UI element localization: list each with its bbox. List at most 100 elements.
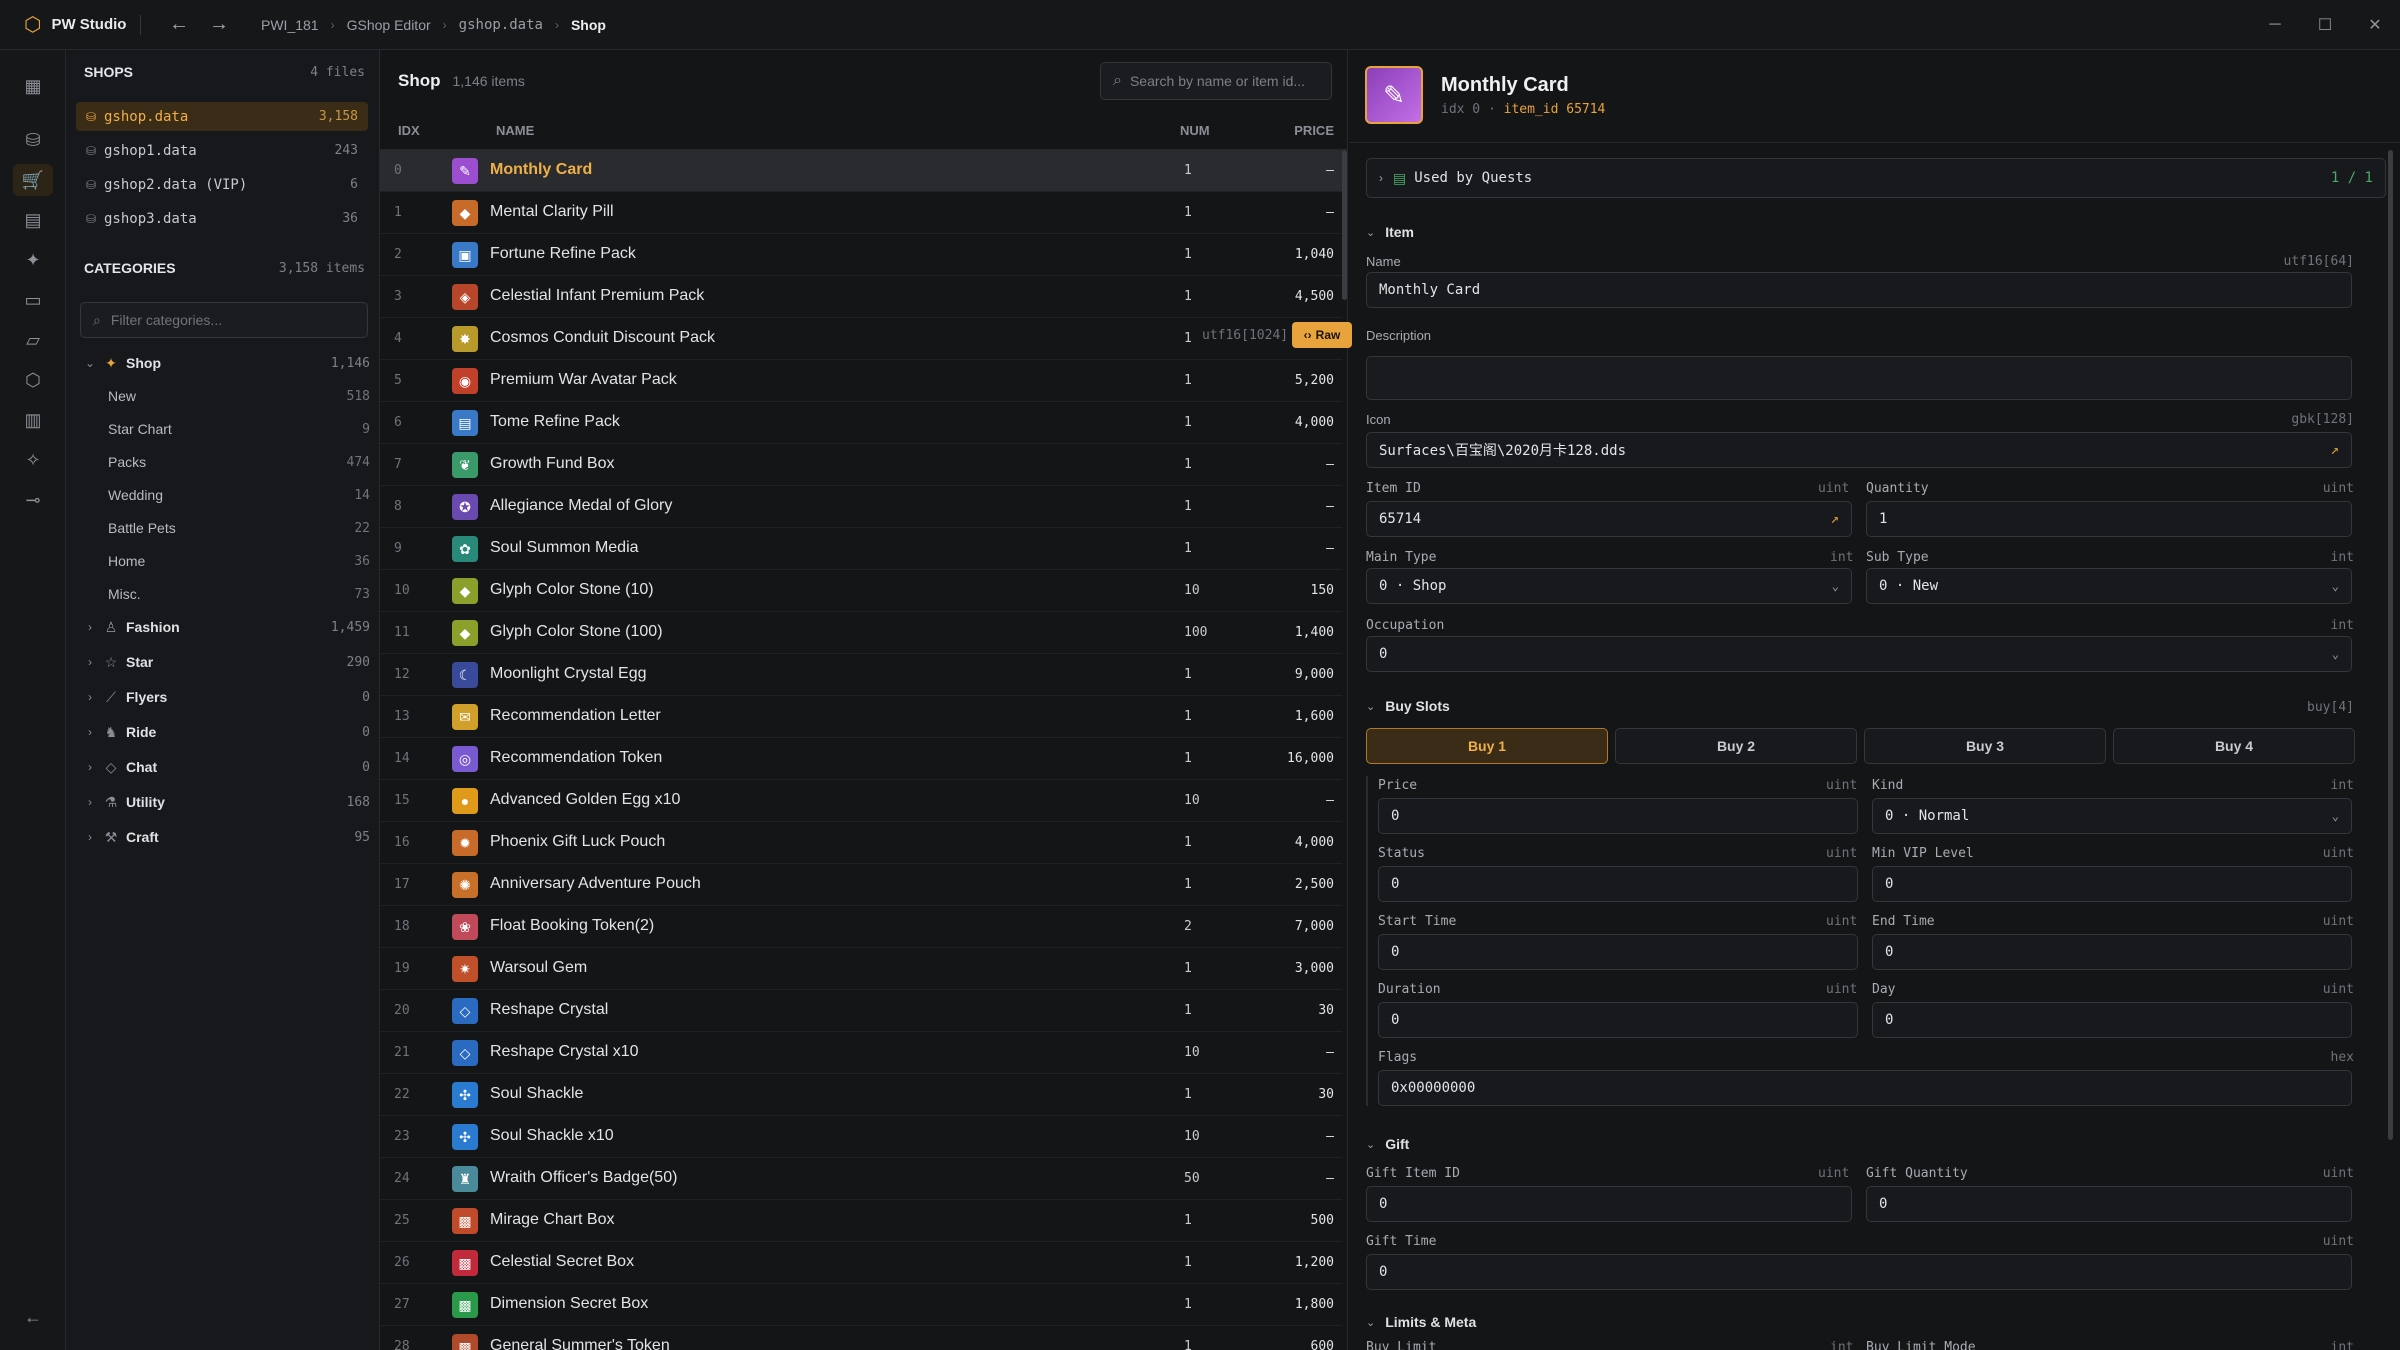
subcategory-item[interactable]: Misc. 73 [108,579,370,609]
table-row[interactable]: 11 ◆ Glyph Color Stone (100) 100 1,400 [380,612,1342,654]
column-header-idx[interactable]: IDX [398,123,420,138]
category-filter-input[interactable] [110,312,331,328]
table-row[interactable]: 0 ✎ Monthly Card 1 – [380,150,1342,192]
commit-icon[interactable]: ⊸ [13,484,53,516]
table-row[interactable]: 22 ✣ Soul Shackle 1 30 [380,1074,1342,1116]
duration-field[interactable]: 0 [1378,1002,1858,1038]
day-field[interactable]: 0 [1872,1002,2352,1038]
shop-cart-icon[interactable]: 🛒 [13,164,53,196]
table-row[interactable]: 10 ◆ Glyph Color Stone (10) 10 150 [380,570,1342,612]
table-row[interactable]: 9 ✿ Soul Summon Media 1 – [380,528,1342,570]
file-item-gshop2[interactable]: ⛁ gshop2.data (VIP) 6 [76,170,368,199]
cube-icon[interactable]: ⬡ [13,364,53,396]
min-vip-field[interactable]: 0 [1872,866,2352,902]
table-row[interactable]: 8 ✪ Allegiance Medal of Glory 1 – [380,486,1342,528]
subcategory-item[interactable]: New 518 [108,381,370,411]
chevron-right-icon[interactable]: › [80,655,100,669]
wand-icon[interactable]: ✦ [13,244,53,276]
table-row[interactable]: 13 ✉ Recommendation Letter 1 1,600 [380,696,1342,738]
chevron-right-icon[interactable]: › [80,690,100,704]
subcategory-item[interactable]: Star Chart 9 [108,414,370,444]
chevron-right-icon[interactable]: › [80,725,100,739]
main-type-select[interactable]: 0 · Shop ⌄ [1366,568,1852,604]
table-row[interactable]: 17 ✺ Anniversary Adventure Pouch 1 2,500 [380,864,1342,906]
folder-icon[interactable]: ▱ [13,324,53,356]
external-link-icon[interactable]: ↗ [1831,511,1839,527]
name-field[interactable]: Monthly Card [1366,272,2352,308]
table-row[interactable]: 5 ◉ Premium War Avatar Pack 1 5,200 [380,360,1342,402]
dashboard-icon[interactable]: ▦ [13,70,53,102]
file-item-gshop3[interactable]: ⛁ gshop3.data 36 [76,204,368,233]
forward-arrow-icon[interactable]: → [199,13,239,36]
table-row[interactable]: 27 ▩ Dimension Secret Box 1 1,800 [380,1284,1342,1326]
section-gift[interactable]: ⌄ Gift [1366,1136,1409,1152]
category-flyers[interactable]: › ⟋ Flyers 0 [80,682,370,712]
gift-time-field[interactable]: 0 [1366,1254,2352,1290]
description-field[interactable] [1366,356,2352,400]
start-time-field[interactable]: 0 [1378,934,1858,970]
chevron-right-icon[interactable]: › [80,760,100,774]
section-limits-meta[interactable]: ⌄ Limits & Meta [1366,1314,1476,1330]
chevron-right-icon[interactable]: › [80,620,100,634]
table-row[interactable]: 12 ☾ Moonlight Crystal Egg 1 9,000 [380,654,1342,696]
table-row[interactable]: 26 ▩ Celestial Secret Box 1 1,200 [380,1242,1342,1284]
item-id-field[interactable]: 65714 ↗ [1366,501,1852,537]
end-time-field[interactable]: 0 [1872,934,2352,970]
tab-buy-1[interactable]: Buy 1 [1366,728,1608,764]
sparkle-icon[interactable]: ✧ [13,444,53,476]
raw-button[interactable]: ‹› Raw [1292,322,1352,348]
column-header-name[interactable]: NAME [496,123,534,138]
database-icon[interactable]: ⛁ [13,124,53,156]
table-row[interactable]: 18 ❀ Float Booking Token(2) 2 7,000 [380,906,1342,948]
category-craft[interactable]: › ⚒ Craft 95 [80,822,370,852]
breadcrumb-item[interactable]: PWI_181 [261,17,319,33]
table-row[interactable]: 20 ◇ Reshape Crystal 1 30 [380,990,1342,1032]
close-icon[interactable]: ✕ [2350,0,2400,50]
subcategory-item[interactable]: Battle Pets 22 [108,513,370,543]
column-header-price[interactable]: PRICE [1294,123,1334,138]
detail-scrollbar[interactable] [2388,150,2393,1140]
category-shop[interactable]: ⌄ ✦ Shop 1,146 [80,348,370,378]
window-icon[interactable]: ▭ [13,284,53,316]
file-item-gshop[interactable]: ⛁ gshop.data 3,158 [76,102,368,131]
table-row[interactable]: 3 ◈ Celestial Infant Premium Pack 1 4,500 [380,276,1342,318]
icon-path-field[interactable]: Surfaces\百宝阁\2020月卡128.dds ↗ [1366,432,2352,468]
price-field[interactable]: 0 [1378,798,1858,834]
sub-type-select[interactable]: 0 · New ⌄ [1866,568,2352,604]
chevron-down-icon[interactable]: ⌄ [80,356,100,370]
back-arrow-icon[interactable]: ← [159,13,199,36]
tab-buy-3[interactable]: Buy 3 [1864,728,2106,764]
table-row[interactable]: 28 ▩ General Summer's Token 1 600 [380,1326,1342,1350]
flags-field[interactable]: 0x00000000 [1378,1070,2352,1106]
gift-item-id-field[interactable]: 0 [1366,1186,1852,1222]
kind-select[interactable]: 0 · Normal ⌄ [1872,798,2352,834]
subcategory-item[interactable]: Wedding 14 [108,480,370,510]
tab-buy-2[interactable]: Buy 2 [1615,728,1857,764]
subcategory-item[interactable]: Packs 474 [108,447,370,477]
breadcrumb-item[interactable]: gshop.data [459,17,543,33]
category-utility[interactable]: › ⚗ Utility 168 [80,787,370,817]
collapse-arrow-icon[interactable]: ← [13,1302,53,1332]
gift-quantity-field[interactable]: 0 [1866,1186,2352,1222]
map-icon[interactable]: ▥ [13,404,53,436]
table-row[interactable]: 6 ▤ Tome Refine Pack 1 4,000 [380,402,1342,444]
table-row[interactable]: 14 ◎ Recommendation Token 1 16,000 [380,738,1342,780]
table-row[interactable]: 2 ▣ Fortune Refine Pack 1 1,040 [380,234,1342,276]
table-row[interactable]: 24 ♜ Wraith Officer's Badge(50) 50 – [380,1158,1342,1200]
table-row[interactable]: 16 ✹ Phoenix Gift Luck Pouch 1 4,000 [380,822,1342,864]
chevron-right-icon[interactable]: › [80,795,100,809]
table-row[interactable]: 4✸Cosmos Conduit Discount Pack13,500 [380,318,1342,360]
maximize-icon[interactable]: ☐ [2300,0,2350,50]
status-field[interactable]: 0 [1378,866,1858,902]
subcategory-item[interactable]: Home 36 [108,546,370,576]
table-row[interactable]: 23 ✣ Soul Shackle x10 10 – [380,1116,1342,1158]
category-fashion[interactable]: › ♙ Fashion 1,459 [80,612,370,642]
minimize-icon[interactable]: ─ [2250,0,2300,50]
table-row[interactable]: 15 ● Advanced Golden Egg x10 10 – [380,780,1342,822]
chevron-right-icon[interactable]: › [80,830,100,844]
quantity-field[interactable]: 1 [1866,501,2352,537]
list-scrollbar[interactable] [1342,150,1347,300]
table-row[interactable]: 21 ◇ Reshape Crystal x10 10 – [380,1032,1342,1074]
table-row[interactable]: 7 ❦ Growth Fund Box 1 – [380,444,1342,486]
tab-buy-4[interactable]: Buy 4 [2113,728,2355,764]
